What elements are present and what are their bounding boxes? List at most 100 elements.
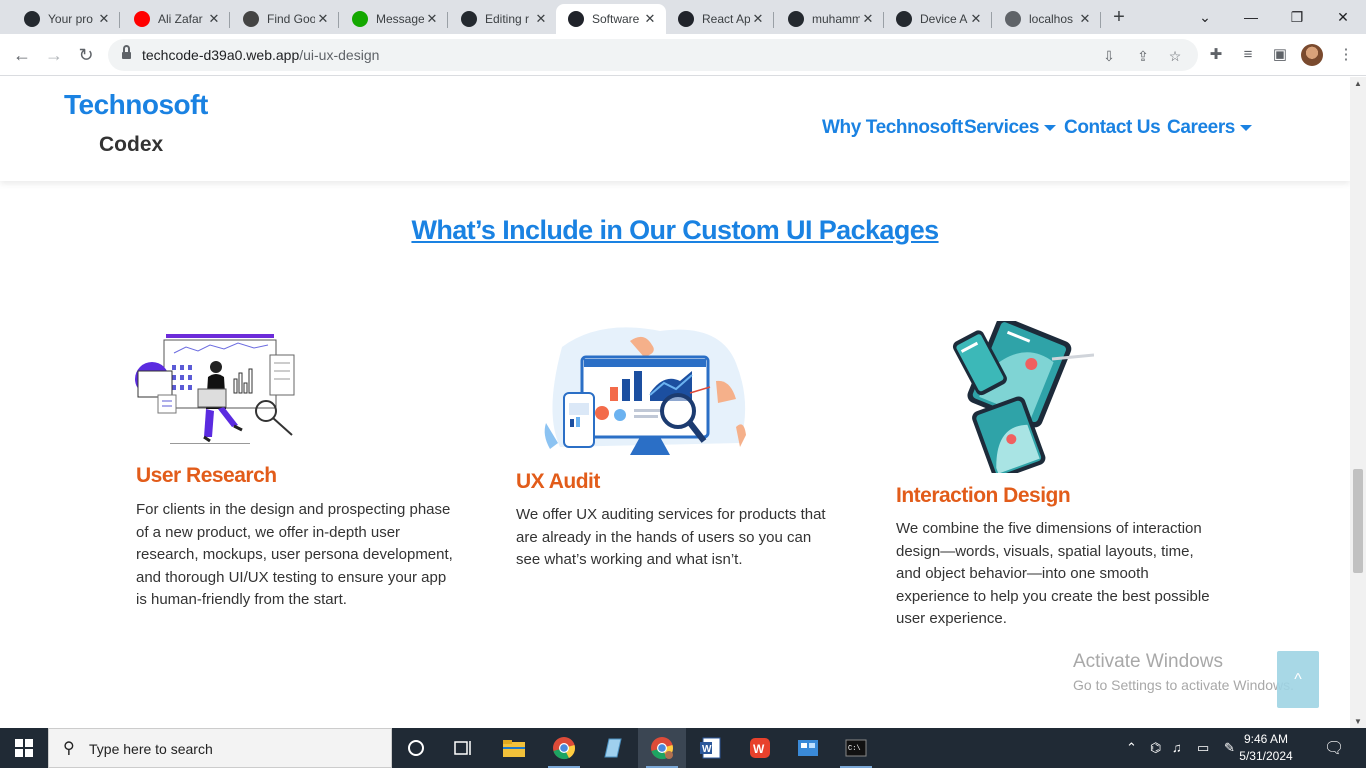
close-tab-icon[interactable]: ✕ — [642, 11, 658, 27]
github-icon — [788, 11, 804, 27]
share-icon[interactable]: ⇪ — [1134, 47, 1152, 65]
clock-time: 9:46 AM — [1243, 732, 1289, 746]
taskbar-clock[interactable]: 9:46 AM 5/31/2024 — [1226, 731, 1306, 765]
browser-tab[interactable]: localhos ✕ — [993, 4, 1101, 34]
tab-title: localhos — [1029, 12, 1074, 26]
ux-audit-illustration — [544, 327, 746, 455]
wifi-icon[interactable]: ⌬ — [1150, 740, 1161, 756]
browser-tab[interactable]: Editing r ✕ — [449, 4, 557, 34]
taskbar-chrome[interactable] — [540, 728, 588, 768]
taskbar-notepad-app[interactable] — [588, 728, 636, 768]
logo-technosoft[interactable]: Technosoft — [64, 89, 208, 121]
forward-button[interactable]: → — [42, 43, 66, 67]
activate-windows-title: Activate Windows — [1073, 651, 1223, 672]
cortana-button[interactable] — [392, 728, 440, 768]
tab-title: Ali Zafar — [158, 12, 203, 26]
taskbar-wps[interactable]: W — [736, 728, 784, 768]
new-tab-button[interactable]: + — [1108, 6, 1130, 28]
task-view-button[interactable] — [440, 728, 488, 768]
close-tab-icon[interactable]: ✕ — [968, 11, 984, 27]
taskbar-file-explorer[interactable] — [490, 728, 538, 768]
search-icon: ⚲ — [63, 740, 75, 757]
close-tab-icon[interactable]: ✕ — [860, 11, 876, 27]
scroll-down-arrow-icon[interactable]: ▼ — [1350, 717, 1366, 726]
tab-separator — [338, 12, 339, 28]
close-tab-icon[interactable]: ✕ — [1077, 11, 1093, 27]
taskbar-chrome-profile[interactable] — [638, 728, 686, 768]
taskbar-search-box[interactable]: ⚲ Type here to search — [48, 728, 392, 768]
close-tab-icon[interactable]: ✕ — [424, 11, 440, 27]
tray-chevron-up-icon[interactable]: ⌃ — [1126, 740, 1137, 756]
restore-button[interactable]: ❐ — [1274, 0, 1320, 34]
github-icon — [24, 11, 40, 27]
notifications-icon[interactable]: 🗨 — [1324, 738, 1344, 758]
nav-contact-us[interactable]: Contact Us — [1064, 117, 1161, 139]
nav-careers[interactable]: Careers — [1167, 117, 1252, 139]
address-bar[interactable]: techcode-d39a0.web.app/ui-ux-design ⇩ ⇪ … — [108, 39, 1198, 71]
browser-tab-strip: Your pro ✕ Ali Zafar ✕ Find Goo ✕ Message ✕ Edit… — [0, 0, 1366, 34]
chatgpt-icon — [243, 11, 259, 27]
tab-search-icon[interactable]: ⌄ — [1182, 0, 1228, 34]
minimize-button[interactable]: — — [1228, 0, 1274, 34]
caret-down-icon — [1239, 125, 1252, 131]
back-button[interactable]: ← — [10, 43, 34, 67]
lock-icon[interactable] — [122, 45, 131, 60]
svg-text:W: W — [702, 744, 712, 755]
logo-codex[interactable]: Codex — [99, 133, 163, 157]
tab-title: Device A — [920, 12, 968, 26]
install-app-icon[interactable]: ⇩ — [1100, 47, 1118, 65]
card-text-user-research: For clients in the design and prospectin… — [136, 501, 453, 608]
browser-tab[interactable]: Find Goo ✕ — [231, 4, 339, 34]
page-scrollbar[interactable]: ▲ ▼ — [1350, 77, 1366, 728]
taskbar-terminal[interactable]: C:\ — [832, 728, 880, 768]
upwork-icon — [352, 11, 368, 27]
browser-tab[interactable]: Ali Zafar ✕ — [122, 4, 230, 34]
word-icon: W — [700, 737, 721, 759]
bookmark-star-icon[interactable]: ☆ — [1166, 47, 1184, 65]
scrollbar-thumb[interactable] — [1353, 469, 1363, 573]
close-tab-icon[interactable]: ✕ — [750, 11, 766, 27]
battery-icon[interactable]: ▭ — [1197, 740, 1209, 756]
taskbar-word[interactable]: W — [686, 728, 734, 768]
browser-tab[interactable]: Message ✕ — [340, 4, 448, 34]
folder-icon — [503, 740, 525, 757]
menu-icon[interactable]: ⋮ — [1336, 45, 1356, 65]
tab-title: muhamm — [812, 12, 860, 26]
close-window-button[interactable]: ✕ — [1320, 0, 1366, 34]
clock-date: 5/31/2024 — [1239, 749, 1293, 763]
close-tab-icon[interactable]: ✕ — [533, 11, 549, 27]
user-research-illustration — [135, 334, 295, 444]
nav-why-technosoft[interactable]: Why Technosoft — [822, 117, 963, 139]
browser-tab[interactable]: muhamm ✕ — [776, 4, 884, 34]
close-tab-icon[interactable]: ✕ — [315, 11, 331, 27]
task-view-icon — [454, 741, 471, 755]
chrome-icon — [553, 737, 575, 760]
browser-tab[interactable]: React Ap ✕ — [666, 4, 774, 34]
side-panel-icon[interactable]: ▣ — [1270, 45, 1290, 65]
extensions-icon[interactable]: ✚ — [1206, 45, 1226, 65]
tab-separator — [1100, 12, 1101, 28]
react-icon — [678, 11, 694, 27]
browser-tab[interactable]: Device A ✕ — [884, 4, 992, 34]
globe-icon — [1005, 11, 1021, 27]
close-tab-icon[interactable]: ✕ — [206, 11, 222, 27]
volume-icon[interactable]: ♫ — [1172, 740, 1182, 755]
media-control-icon[interactable]: ≡ — [1238, 45, 1258, 65]
taskbar-control-panel[interactable] — [784, 728, 832, 768]
control-panel-icon — [798, 740, 818, 756]
url-text: techcode-d39a0.web.app/ui-ux-design — [142, 47, 380, 63]
reload-button[interactable]: ↻ — [74, 43, 98, 67]
browser-tab[interactable]: Your pro ✕ — [12, 4, 120, 34]
tab-separator — [229, 12, 230, 28]
tab-separator — [447, 12, 448, 28]
profile-avatar[interactable] — [1301, 44, 1323, 66]
windows-logo-icon — [15, 739, 33, 757]
browser-tab[interactable]: Software ✕ — [556, 4, 666, 34]
nav-services[interactable]: Services — [964, 117, 1056, 139]
scroll-up-arrow-icon[interactable]: ▲ — [1350, 79, 1366, 88]
search-placeholder: Type here to search — [89, 741, 213, 757]
close-tab-icon[interactable]: ✕ — [96, 11, 112, 27]
windows-start-button[interactable] — [0, 728, 48, 768]
card-title-interaction-design: Interaction Design — [896, 484, 1071, 507]
back-to-top-button[interactable]: ^ — [1277, 651, 1319, 708]
